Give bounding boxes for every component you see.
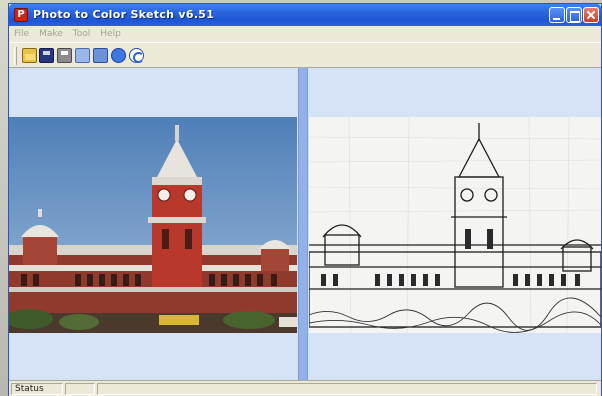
toolbar-grip[interactable] — [14, 47, 17, 65]
rotate-icon[interactable] — [75, 48, 90, 63]
minimize-button[interactable] — [549, 7, 565, 23]
status-bar: Status — [9, 380, 601, 396]
flip-icon[interactable] — [93, 48, 108, 63]
title-bar[interactable]: P Photo to Color Sketch v6.51 — [9, 4, 601, 26]
close-button[interactable] — [583, 7, 599, 23]
sketch-icon[interactable] — [111, 48, 126, 63]
open-icon[interactable] — [22, 48, 37, 63]
client-area — [9, 68, 601, 380]
window-title: Photo to Color Sketch v6.51 — [33, 8, 215, 21]
menu-file[interactable]: File — [14, 29, 29, 39]
menu-help[interactable]: Help — [100, 29, 121, 39]
status-text: Status — [11, 383, 63, 395]
maximize-button[interactable] — [566, 7, 582, 23]
status-panel-2 — [65, 383, 95, 395]
menu-tool[interactable]: Tool — [73, 29, 90, 39]
sketch-image-pane[interactable] — [309, 70, 601, 378]
app-window: P Photo to Color Sketch v6.51 File Make … — [8, 3, 602, 396]
status-panel-3 — [97, 383, 597, 395]
sketch-image — [309, 116, 601, 334]
toolbar — [9, 42, 601, 68]
print-icon[interactable] — [57, 48, 72, 63]
original-image-pane[interactable] — [9, 70, 297, 378]
menu-bar: File Make Tool Help — [9, 26, 601, 42]
original-photo — [9, 117, 297, 333]
menu-make[interactable]: Make — [39, 29, 63, 39]
refresh-icon[interactable] — [129, 48, 144, 63]
app-icon[interactable]: P — [14, 8, 28, 22]
save-icon[interactable] — [39, 48, 54, 63]
pane-splitter[interactable] — [298, 68, 308, 380]
